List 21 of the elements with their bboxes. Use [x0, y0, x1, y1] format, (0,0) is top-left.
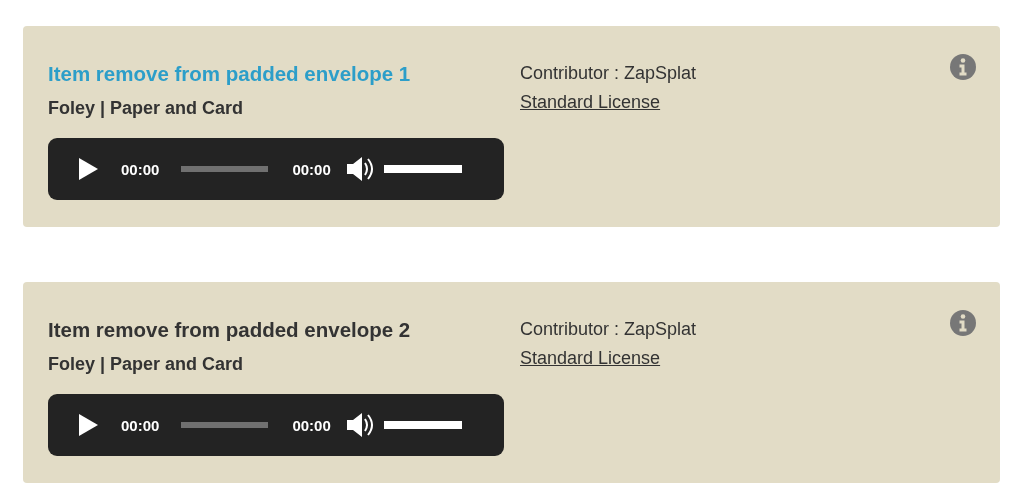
- play-icon[interactable]: [77, 414, 99, 436]
- contributor-text: Contributor : ZapSplat: [520, 318, 697, 340]
- category-text: Foley | Paper and Card: [48, 353, 245, 375]
- license-link[interactable]: Standard License: [520, 347, 661, 369]
- progress-slider[interactable]: [181, 422, 269, 428]
- info-icon[interactable]: [950, 310, 976, 336]
- duration-time: 00:00: [292, 160, 331, 178]
- sound-title[interactable]: Item remove from padded envelope 2: [48, 316, 504, 344]
- speaker-icon[interactable]: [345, 412, 374, 438]
- current-time: 00:00: [121, 416, 160, 434]
- current-time: 00:00: [121, 160, 160, 178]
- volume-slider[interactable]: [383, 421, 462, 429]
- progress-slider[interactable]: [181, 166, 269, 172]
- category-text: Foley | Paper and Card: [48, 97, 245, 119]
- speaker-icon[interactable]: [345, 156, 374, 182]
- duration-time: 00:00: [292, 416, 331, 434]
- license-link[interactable]: Standard License: [520, 91, 661, 113]
- volume-slider[interactable]: [383, 165, 462, 173]
- contributor-text: Contributor : ZapSplat: [520, 62, 697, 84]
- info-icon[interactable]: [950, 54, 976, 80]
- play-icon[interactable]: [77, 158, 99, 180]
